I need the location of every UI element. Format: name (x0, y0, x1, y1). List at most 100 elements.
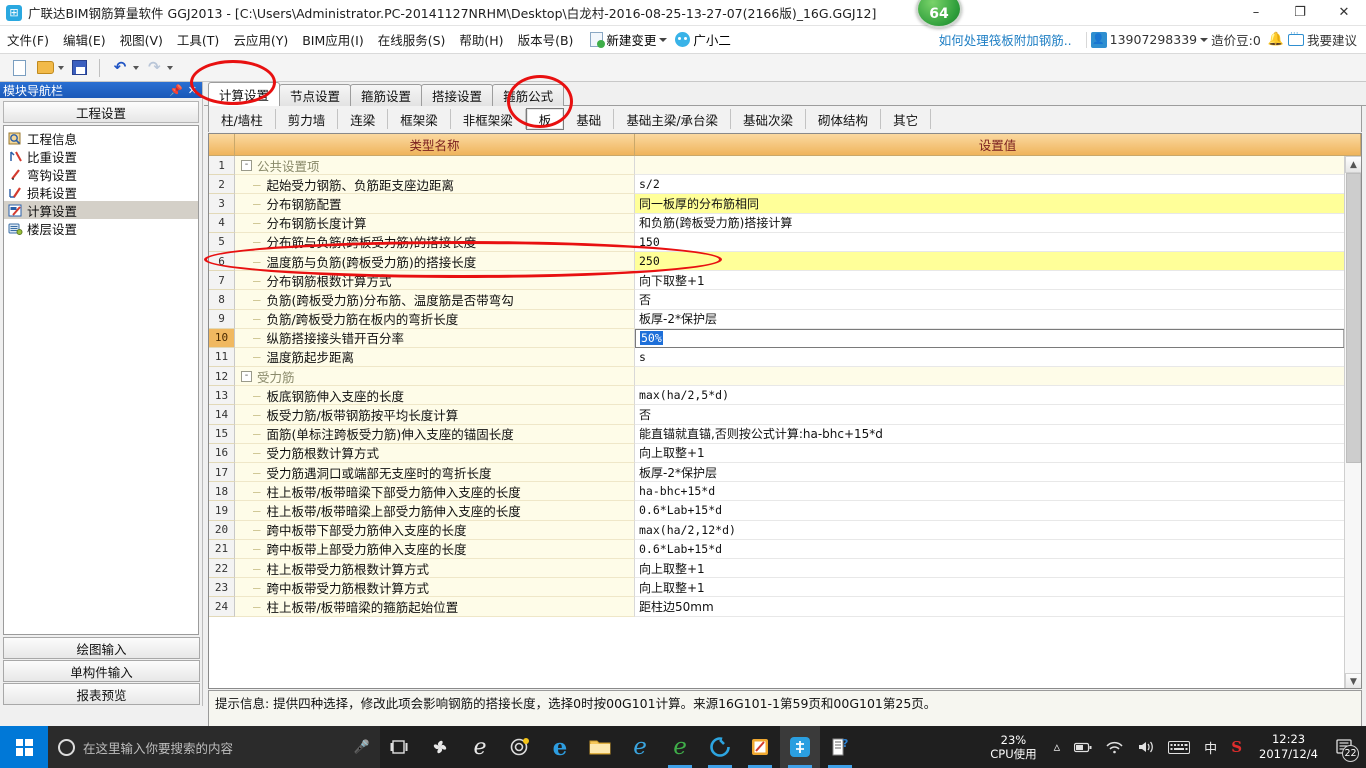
table-row[interactable]: 17 — 受力筋遇洞口或端部无支座时的弯折长度 板厚-2*保护层 (209, 463, 1361, 483)
table-row[interactable]: 23 — 跨中板带受力筋根数计算方式 向上取整+1 (209, 578, 1361, 598)
menu-edit[interactable]: 编辑(E) (56, 27, 113, 52)
table-row[interactable]: 4 — 分布钢筋长度计算 和负筋(跨板受力筋)搭接计算 (209, 213, 1361, 233)
sidebar-item-calculation-settings[interactable]: 计算设置 (4, 201, 198, 219)
table-row[interactable]: 6 — 温度筋与负筋(跨板受力筋)的搭接长度 250 (209, 251, 1361, 272)
setting-value-cell[interactable]: 0.6*Lab+15*d (635, 501, 1361, 521)
type-name-cell[interactable]: — 面筋(单标注跨板受力筋)伸入支座的锚固长度 (235, 424, 635, 444)
type-name-cell[interactable]: — 跨中板带下部受力筋伸入支座的长度 (235, 520, 635, 540)
sidebar-item-hook-settings[interactable]: 弯钩设置 (4, 165, 198, 183)
single-component-input-button[interactable]: 单构件输入 (3, 660, 200, 682)
row-index-cell[interactable]: 23 (209, 578, 235, 598)
table-row[interactable]: 7 — 分布钢筋根数计算方式 向下取整+1 (209, 271, 1361, 291)
open-file-icon[interactable] (34, 57, 56, 79)
internet-explorer-blue-icon[interactable]: e (620, 726, 660, 768)
setting-value-cell[interactable]: 距柱边50mm (635, 597, 1361, 617)
type-name-cell[interactable]: — 温度筋与负筋(跨板受力筋)的搭接长度 (235, 251, 635, 272)
menu-online-service[interactable]: 在线服务(S) (371, 27, 453, 52)
table-row[interactable]: 18 — 柱上板带/板带暗梁下部受力筋伸入支座的长度 ha-bhc+15*d (209, 482, 1361, 502)
menu-cloud[interactable]: 云应用(Y) (226, 27, 295, 52)
taskbar-clock[interactable]: 12:23 2017/12/4 (1249, 732, 1328, 762)
setting-value-cell[interactable]: 否 (635, 405, 1361, 425)
table-row[interactable]: 9 — 负筋/跨板受力筋在板内的弯折长度 板厚-2*保护层 (209, 309, 1361, 329)
microphone-icon[interactable]: 🎤 (354, 740, 370, 755)
row-index-cell[interactable]: 13 (209, 386, 235, 406)
table-row[interactable]: 5 — 分布筋与负筋(跨板受力筋)的搭接长度 150 (209, 232, 1361, 252)
row-index-cell[interactable]: 1 (209, 156, 235, 176)
type-name-cell[interactable]: - 受力筋 (235, 367, 635, 387)
collapse-minus-icon[interactable]: - (241, 159, 252, 171)
menu-file[interactable]: 文件(F) (0, 27, 56, 52)
tab-stirrup-settings[interactable]: 箍筋设置 (350, 84, 423, 106)
table-row[interactable]: 8 — 负筋(跨板受力筋)分布筋、温度筋是否带弯勾 否 (209, 290, 1361, 310)
type-name-cell[interactable]: — 受力筋遇洞口或端部无支座时的弯折长度 (235, 463, 635, 483)
row-index-cell[interactable]: 22 (209, 558, 235, 579)
type-name-cell[interactable]: — 柱上板带受力筋根数计算方式 (235, 558, 635, 579)
setting-value-cell[interactable]: 向上取整+1 (635, 578, 1361, 598)
table-row[interactable]: 13 — 板底钢筋伸入支座的长度 max(ha/2,5*d) (209, 386, 1361, 406)
menu-bim[interactable]: BIM应用(I) (295, 27, 371, 52)
row-index-cell[interactable]: 4 (209, 213, 235, 233)
type-name-cell[interactable]: — 分布钢筋根数计算方式 (235, 271, 635, 291)
type-name-cell[interactable]: — 负筋(跨板受力筋)分布筋、温度筋是否带弯勾 (235, 290, 635, 310)
scrollbar-track[interactable] (1345, 173, 1361, 673)
setting-value-cell[interactable]: 同一板厚的分布筋相同 (635, 194, 1361, 214)
setting-value-cell[interactable]: 板厚-2*保护层 (635, 309, 1361, 329)
type-name-cell[interactable]: — 板底钢筋伸入支座的长度 (235, 386, 635, 406)
green-browser-icon[interactable]: e (660, 726, 700, 768)
ime-language-indicator[interactable]: 中 (1197, 738, 1224, 757)
notepad-app-icon[interactable] (740, 726, 780, 768)
type-name-cell[interactable]: — 分布钢筋长度计算 (235, 213, 635, 233)
row-index-cell[interactable]: 14 (209, 405, 235, 425)
row-index-cell[interactable]: 15 (209, 424, 235, 444)
row-index-cell[interactable]: 18 (209, 482, 235, 502)
menu-help[interactable]: 帮助(H) (452, 27, 510, 52)
collapse-minus-icon[interactable]: - (241, 370, 252, 382)
tab-foundation-secondary-beam[interactable]: 基础次梁 (731, 109, 807, 129)
row-index-cell[interactable]: 2 (209, 175, 235, 195)
row-index-cell[interactable]: 7 (209, 271, 235, 291)
setting-value-cell[interactable]: max(ha/2,12*d) (635, 520, 1361, 540)
table-row[interactable]: 19 — 柱上板带/板带暗梁上部受力筋伸入支座的长度 0.6*Lab+15*d (209, 501, 1361, 521)
show-hidden-icons-chevron-up-icon[interactable]: ▵ (1047, 740, 1068, 755)
row-index-cell[interactable]: 17 (209, 463, 235, 483)
setting-value-cell[interactable]: ha-bhc+15*d (635, 482, 1361, 502)
table-row[interactable]: 22 — 柱上板带受力筋根数计算方式 向上取整+1 (209, 558, 1361, 579)
microsoft-edge-icon[interactable]: e (540, 726, 580, 768)
undo-icon[interactable]: ↶ (109, 57, 131, 79)
spiral-app-icon[interactable] (500, 726, 540, 768)
tab-foundation[interactable]: 基础 (564, 109, 615, 129)
new-change-button[interactable]: 新建变更 (586, 28, 671, 51)
tab-foundation-main-beam[interactable]: 基础主梁/承台梁 (614, 109, 732, 129)
setting-value-cell[interactable]: 250 (635, 251, 1361, 272)
row-index-cell[interactable]: 3 (209, 194, 235, 214)
grid-vertical-scrollbar[interactable]: ▲ ▼ (1344, 156, 1361, 688)
type-name-cell[interactable]: — 柱上板带/板带暗梁上部受力筋伸入支座的长度 (235, 501, 635, 521)
setting-value-cell[interactable]: 0.6*Lab+15*d (635, 539, 1361, 559)
tab-stirrup-formula[interactable]: 箍筋公式 (492, 84, 565, 106)
tab-node-settings[interactable]: 节点设置 (279, 84, 352, 106)
file-explorer-icon[interactable] (580, 726, 620, 768)
row-index-cell[interactable]: 21 (209, 539, 235, 559)
row-index-cell[interactable]: 16 (209, 443, 235, 463)
keyboard-icon[interactable] (1161, 740, 1197, 754)
row-index-cell[interactable]: 5 (209, 232, 235, 252)
type-name-cell[interactable]: — 分布钢筋配置 (235, 194, 635, 214)
type-name-cell[interactable]: — 受力筋根数计算方式 (235, 443, 635, 463)
account-phone[interactable]: 13907298339 (1107, 32, 1200, 47)
battery-icon[interactable] (1067, 742, 1099, 753)
table-row[interactable]: 20 — 跨中板带下部受力筋伸入支座的长度 max(ha/2,12*d) (209, 520, 1361, 540)
row-index-cell[interactable]: 6 (209, 251, 235, 272)
row-index-cell[interactable]: 12 (209, 367, 235, 387)
setting-value-cell[interactable]: s (635, 347, 1361, 368)
type-name-cell[interactable]: — 跨中板带上部受力筋伸入支座的长度 (235, 539, 635, 559)
search-input[interactable]: 在这里输入你要搜索的内容 (83, 738, 346, 757)
start-button[interactable] (0, 726, 48, 768)
type-name-cell[interactable]: — 负筋/跨板受力筋在板内的弯折长度 (235, 309, 635, 329)
pin-icon[interactable]: 📌 (169, 85, 183, 96)
setting-value-editor[interactable]: 50% (635, 328, 1361, 348)
sidebar-item-project-info[interactable]: 工程信息 (4, 129, 198, 147)
type-name-cell[interactable]: - 公共设置项 (235, 156, 635, 176)
menu-view[interactable]: 视图(V) (113, 27, 170, 52)
table-row[interactable]: 10 — 纵筋搭接接头错开百分率 50% (209, 328, 1361, 348)
table-row[interactable]: 11 — 温度筋起步距离 s (209, 347, 1361, 368)
